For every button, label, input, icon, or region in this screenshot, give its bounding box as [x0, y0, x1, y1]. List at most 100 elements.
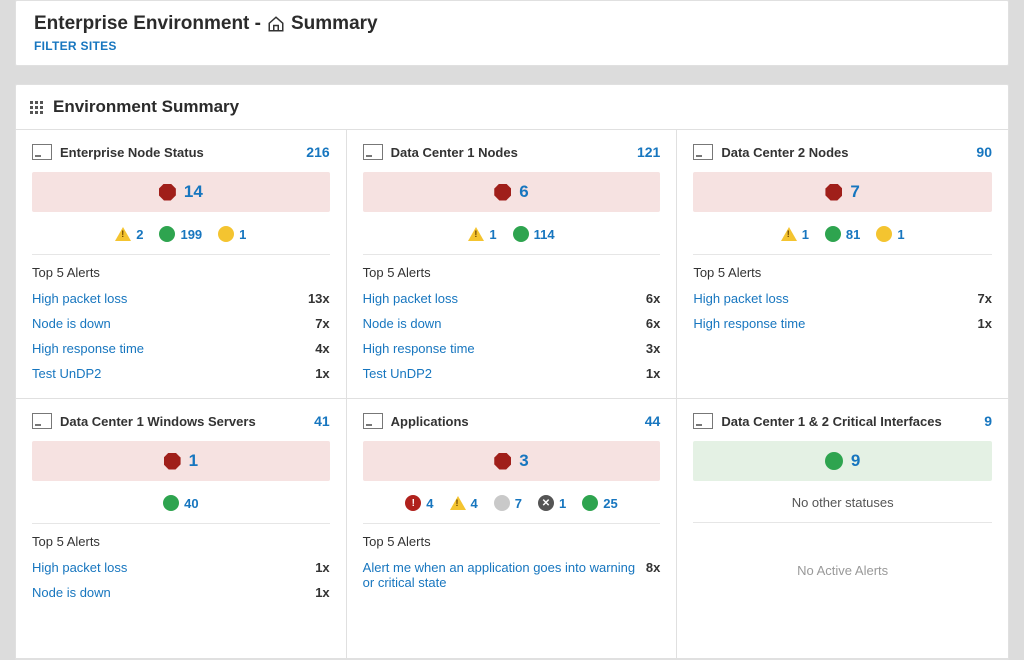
status-badge[interactable]: 81 [825, 226, 860, 242]
alert-count: 6x [646, 291, 660, 306]
top-alerts-header: Top 5 Alerts [693, 265, 992, 280]
tile-total-count[interactable]: 44 [645, 413, 661, 429]
alert-link[interactable]: High response time [693, 316, 977, 331]
alert-count: 1x [315, 366, 329, 381]
primary-status-banner[interactable]: 9 [693, 441, 992, 481]
alert-row: Alert me when an application goes into w… [363, 555, 661, 595]
status-row: !447✕125 [363, 491, 661, 524]
tile-title-text: Applications [391, 414, 469, 429]
status-badge[interactable]: 1 [876, 226, 904, 242]
critical-icon [164, 453, 181, 470]
status-badge[interactable]: 1 [468, 227, 496, 242]
status-badge[interactable]: 199 [159, 226, 202, 242]
status-badge[interactable]: 25 [582, 495, 617, 511]
alert-count: 6x [646, 316, 660, 331]
primary-status-banner[interactable]: 1 [32, 441, 330, 481]
primary-status-count: 3 [519, 451, 528, 471]
alert-row: High response time3x [363, 336, 661, 361]
status-count: 40 [184, 496, 198, 511]
alert-row: High packet loss6x [363, 286, 661, 311]
up-icon [163, 495, 179, 511]
warning-icon [468, 227, 484, 241]
alert-link[interactable]: Test UnDP2 [32, 366, 315, 381]
status-badge[interactable]: 4 [450, 496, 478, 511]
tile-title-text: Data Center 1 Nodes [391, 145, 518, 160]
alert-link[interactable]: High packet loss [32, 291, 308, 306]
tile-total-count[interactable]: 9 [984, 413, 992, 429]
alert-link[interactable]: High response time [32, 341, 315, 356]
unmanaged-icon: ✕ [538, 495, 554, 511]
alert-row: Test UnDP21x [363, 361, 661, 386]
section-header: Environment Summary [16, 85, 1008, 129]
alert-row: Node is down7x [32, 311, 330, 336]
alert-link[interactable]: Node is down [363, 316, 646, 331]
status-row: 2 199 1 [32, 222, 330, 255]
alert-link[interactable]: High packet loss [363, 291, 646, 306]
status-count: 7 [515, 496, 522, 511]
up-icon [825, 452, 843, 470]
tile-total-count[interactable]: 121 [637, 144, 660, 160]
alert-count: 1x [315, 585, 329, 600]
summary-card: Environment Summary Enterprise Node Stat… [15, 84, 1009, 660]
alert-link[interactable]: High packet loss [693, 291, 977, 306]
primary-status-banner[interactable]: 6 [363, 172, 661, 212]
alert-count: 7x [978, 291, 992, 306]
alert-count: 3x [646, 341, 660, 356]
status-badge[interactable]: ✕1 [538, 495, 566, 511]
alert-link[interactable]: Node is down [32, 585, 315, 600]
status-badge[interactable]: 40 [163, 495, 198, 511]
status-count: 4 [426, 496, 433, 511]
critical-icon [494, 453, 511, 470]
tile-title-text: Data Center 2 Nodes [721, 145, 848, 160]
tile-title: Data Center 2 Nodes [693, 144, 848, 160]
alert-link[interactable]: Node is down [32, 316, 315, 331]
status-count: 1 [239, 227, 246, 242]
tile-data-center-1-nodes: Data Center 1 Nodes12161114Top 5 AlertsH… [347, 130, 678, 399]
up-icon [513, 226, 529, 242]
unknown-icon [218, 226, 234, 242]
title-suffix: Summary [291, 13, 378, 35]
alert-link[interactable]: Test UnDP2 [363, 366, 646, 381]
tile-total-count[interactable]: 216 [306, 144, 329, 160]
tile-title-text: Data Center 1 & 2 Critical Interfaces [721, 414, 941, 429]
status-badge[interactable]: 114 [513, 226, 555, 242]
status-badge[interactable]: 1 [781, 227, 809, 242]
filter-sites-link[interactable]: FILTER SITES [34, 39, 990, 53]
status-badge[interactable]: 1 [218, 226, 246, 242]
tile-header: Data Center 2 Nodes 90 [693, 144, 992, 160]
primary-status-banner[interactable]: 14 [32, 172, 330, 212]
critical-icon [494, 184, 511, 201]
primary-status-count: 7 [850, 182, 859, 202]
drag-handle-icon[interactable] [30, 101, 43, 114]
tile-enterprise-node-status: Enterprise Node Status2161421991Top 5 Al… [16, 130, 347, 399]
status-badge[interactable]: 7 [494, 495, 522, 511]
node-icon [363, 144, 383, 160]
alert-row: High packet loss7x [693, 286, 992, 311]
tile-header: Enterprise Node Status216 [32, 144, 330, 160]
status-count: 1 [559, 496, 566, 511]
alert-row: Test UnDP21x [32, 361, 330, 386]
alert-count: 1x [315, 560, 329, 575]
status-badge[interactable]: 2 [115, 227, 143, 242]
alert-row: High packet loss1x [32, 555, 330, 580]
tile-applications: Applications443!447✕125Top 5 AlertsAlert… [347, 399, 678, 659]
tile-header: Data Center 1 Windows Servers41 [32, 413, 330, 429]
status-badge[interactable]: !4 [405, 495, 433, 511]
alert-link[interactable]: Alert me when an application goes into w… [363, 560, 646, 590]
alert-row: High response time1x [693, 311, 992, 336]
status-count: 1 [489, 227, 496, 242]
alert-count: 13x [308, 291, 330, 306]
status-count: 25 [603, 496, 617, 511]
alert-link[interactable]: High response time [363, 341, 646, 356]
status-row: 1811 [693, 222, 992, 255]
primary-status-banner[interactable]: 3 [363, 441, 661, 481]
node-icon [693, 413, 713, 429]
primary-status-banner[interactable]: 7 [693, 172, 992, 212]
tile-total-count[interactable]: 90 [976, 144, 992, 160]
tile-total-count[interactable]: 41 [314, 413, 330, 429]
tile-dc1-windows-servers: Data Center 1 Windows Servers41140Top 5 … [16, 399, 347, 659]
tile-title: Data Center 1 & 2 Critical Interfaces [693, 413, 941, 429]
tile-header: Applications 44 [363, 413, 661, 429]
alert-link[interactable]: High packet loss [32, 560, 315, 575]
status-row: No other statuses [693, 491, 992, 523]
